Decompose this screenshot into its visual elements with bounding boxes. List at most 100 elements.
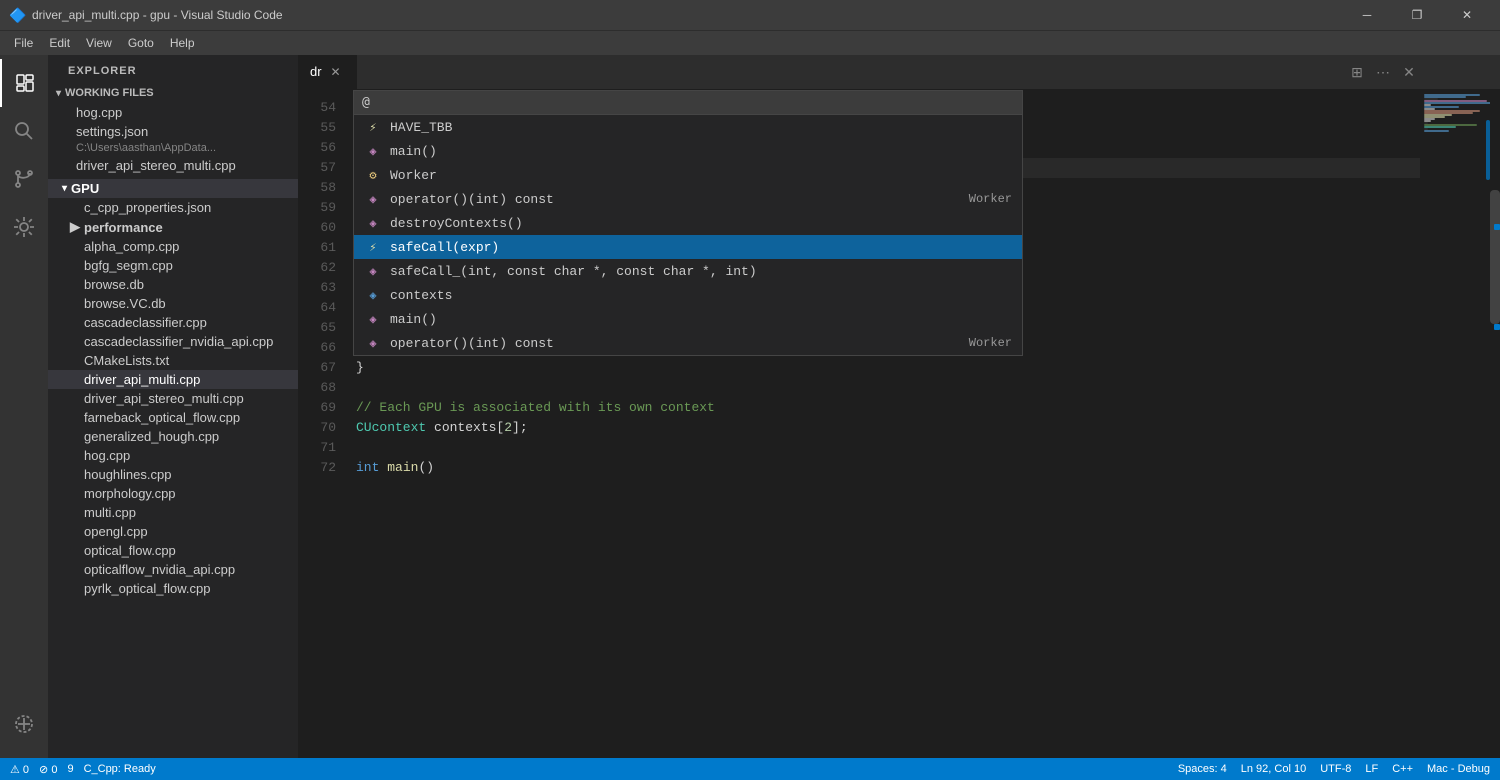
file-hog[interactable]: hog.cpp (48, 446, 298, 465)
performance-chevron: ▶ (70, 219, 80, 235)
activity-debug[interactable] (0, 203, 48, 251)
status-line-ending[interactable]: LF (1365, 763, 1378, 775)
file-generalized-hough[interactable]: generalized_hough.cpp (48, 427, 298, 446)
autocomplete-dropdown: ⚡ HAVE_TBB ◈ main() ⚙ Worker ◈ operator(… (353, 90, 1023, 356)
ac-icon-operator2: ◈ (364, 334, 382, 352)
status-count[interactable]: 9 (67, 763, 73, 775)
minimize-button[interactable]: ─ (1344, 0, 1390, 30)
working-files-chevron: ▾ (56, 88, 61, 99)
file-cmakelists[interactable]: CMakeLists.txt (48, 351, 298, 370)
activity-git[interactable] (0, 155, 48, 203)
sidebar: EXPLORER ▾ WORKING FILES hog.cpp setting… (48, 55, 298, 758)
autocomplete-search-bar[interactable] (354, 91, 1022, 115)
ac-item-main2[interactable]: ◈ main() (354, 307, 1022, 331)
split-editor-icon[interactable]: ⊞ (1346, 61, 1368, 83)
ac-item-contexts[interactable]: ◈ contexts (354, 283, 1022, 307)
scrollbar-thumb[interactable] (1490, 190, 1500, 324)
vertical-scrollbar[interactable] (1490, 90, 1500, 758)
file-multi[interactable]: multi.cpp (48, 503, 298, 522)
ac-item-main1[interactable]: ◈ main() (354, 139, 1022, 163)
code-line-68 (356, 378, 1420, 398)
status-spaces[interactable]: Spaces: 4 (1178, 763, 1227, 775)
code-line-69: // Each GPU is associated with its own c… (356, 398, 1420, 418)
ac-item-operator2[interactable]: ◈ operator()(int) const Worker (354, 331, 1022, 355)
menu-file[interactable]: File (6, 34, 41, 52)
gpu-folder-chevron: ▾ (62, 183, 67, 194)
ac-icon-have-tbb: ⚡ (364, 118, 382, 136)
menubar: File Edit View Goto Help (0, 30, 1500, 55)
menu-goto[interactable]: Goto (120, 34, 162, 52)
status-encoding[interactable]: UTF-8 (1320, 763, 1351, 775)
statusbar-right: Spaces: 4 Ln 92, Col 10 UTF-8 LF C++ Mac… (1178, 763, 1490, 775)
minimap[interactable] (1420, 90, 1490, 758)
ac-icon-contexts: ◈ (364, 286, 382, 304)
activity-explorer[interactable] (0, 59, 48, 107)
menu-view[interactable]: View (78, 34, 120, 52)
status-language[interactable]: C++ (1392, 763, 1413, 775)
ac-detail-operator2: Worker (969, 336, 1012, 350)
close-editor-icon[interactable]: ✕ (1398, 61, 1420, 83)
maximize-button[interactable]: ❐ (1394, 0, 1440, 30)
autocomplete-search-input[interactable] (362, 95, 1014, 110)
file-browse-db[interactable]: browse.db (48, 275, 298, 294)
status-cpp-ready[interactable]: C_Cpp: Ready (84, 763, 156, 775)
scroll-indicator (1494, 224, 1500, 230)
working-file-hog[interactable]: hog.cpp (48, 103, 298, 122)
working-file-settings[interactable]: settings.json C:\Users\aasthan\AppData..… (48, 122, 298, 156)
tab-driver-api-multi[interactable]: dr ✕ (298, 55, 357, 89)
activity-extensions[interactable] (0, 700, 48, 748)
status-errors[interactable]: ⊘ 0 (39, 763, 57, 776)
file-cascadeclassifier[interactable]: cascadeclassifier.cpp (48, 313, 298, 332)
editor-area: dr ✕ ⚡ HAVE_TBB ◈ main() ⚙ Worker (298, 55, 1500, 758)
ac-icon-worker: ⚙ (364, 166, 382, 184)
ac-detail-operator: Worker (969, 192, 1012, 206)
file-farneback[interactable]: farneback_optical_flow.cpp (48, 408, 298, 427)
file-alpha-comp[interactable]: alpha_comp.cpp (48, 237, 298, 256)
file-bgfg-segm[interactable]: bgfg_segm.cpp (48, 256, 298, 275)
code-line-70: CUcontext contexts[2]; (356, 418, 1420, 438)
working-file-stereo[interactable]: driver_api_stereo_multi.cpp (48, 156, 298, 175)
working-files-label: WORKING FILES (65, 87, 154, 99)
file-cascadeclassifier-nvidia[interactable]: cascadeclassifier_nvidia_api.cpp (48, 332, 298, 351)
status-position[interactable]: Ln 92, Col 10 (1241, 763, 1306, 775)
file-opengl[interactable]: opengl.cpp (48, 522, 298, 541)
ac-item-safecall-int[interactable]: ◈ safeCall_(int, const char *, const cha… (354, 259, 1022, 283)
ac-label-operator: operator()(int) const (390, 192, 961, 207)
file-driver-api-multi[interactable]: driver_api_multi.cpp (48, 370, 298, 389)
ac-item-operator[interactable]: ◈ operator()(int) const Worker (354, 187, 1022, 211)
file-pyrlk[interactable]: pyrlk_optical_flow.cpp (48, 579, 298, 598)
main: EXPLORER ▾ WORKING FILES hog.cpp setting… (0, 55, 1500, 758)
more-actions-icon[interactable]: ⋯ (1372, 61, 1394, 83)
gpu-folder[interactable]: ▾ GPU (48, 179, 298, 198)
scroll-indicator2 (1494, 324, 1500, 330)
ac-icon-safecall: ⚡ (364, 238, 382, 256)
activity-search[interactable] (0, 107, 48, 155)
file-optical-flow[interactable]: optical_flow.cpp (48, 541, 298, 560)
titlebar-controls[interactable]: ─ ❐ ✕ (1344, 0, 1490, 30)
file-browse-vc-db[interactable]: browse.VC.db (48, 294, 298, 313)
file-opticalflow-nvidia[interactable]: opticalflow_nvidia_api.cpp (48, 560, 298, 579)
ac-icon-safecall-int: ◈ (364, 262, 382, 280)
performance-folder[interactable]: ▶ performance (48, 217, 298, 237)
code-line-67: } (356, 358, 1420, 378)
ac-item-have-tbb[interactable]: ⚡ HAVE_TBB (354, 115, 1022, 139)
file-morphology[interactable]: morphology.cpp (48, 484, 298, 503)
status-debug[interactable]: Mac - Debug (1427, 763, 1490, 775)
tab-close-button[interactable]: ✕ (328, 64, 344, 80)
close-button[interactable]: ✕ (1444, 0, 1490, 30)
statusbar: ⚠ 0 ⊘ 0 9 C_Cpp: Ready Spaces: 4 Ln 92, … (0, 758, 1500, 780)
ac-icon-main1: ◈ (364, 142, 382, 160)
ac-item-destroy[interactable]: ◈ destroyContexts() (354, 211, 1022, 235)
ac-label-main1: main() (390, 144, 1012, 159)
activitybar (0, 55, 48, 758)
file-driver-api-stereo[interactable]: driver_api_stereo_multi.cpp (48, 389, 298, 408)
working-files-header[interactable]: ▾ WORKING FILES (48, 83, 298, 103)
file-houghlines[interactable]: houghlines.cpp (48, 465, 298, 484)
titlebar: 🔷 driver_api_multi.cpp - gpu - Visual St… (0, 0, 1500, 30)
ac-item-worker[interactable]: ⚙ Worker (354, 163, 1022, 187)
menu-help[interactable]: Help (162, 34, 203, 52)
menu-edit[interactable]: Edit (41, 34, 78, 52)
file-c-cpp-properties[interactable]: c_cpp_properties.json (48, 198, 298, 217)
status-warnings[interactable]: ⚠ 0 (10, 763, 29, 776)
ac-item-safecall[interactable]: ⚡ safeCall(expr) (354, 235, 1022, 259)
